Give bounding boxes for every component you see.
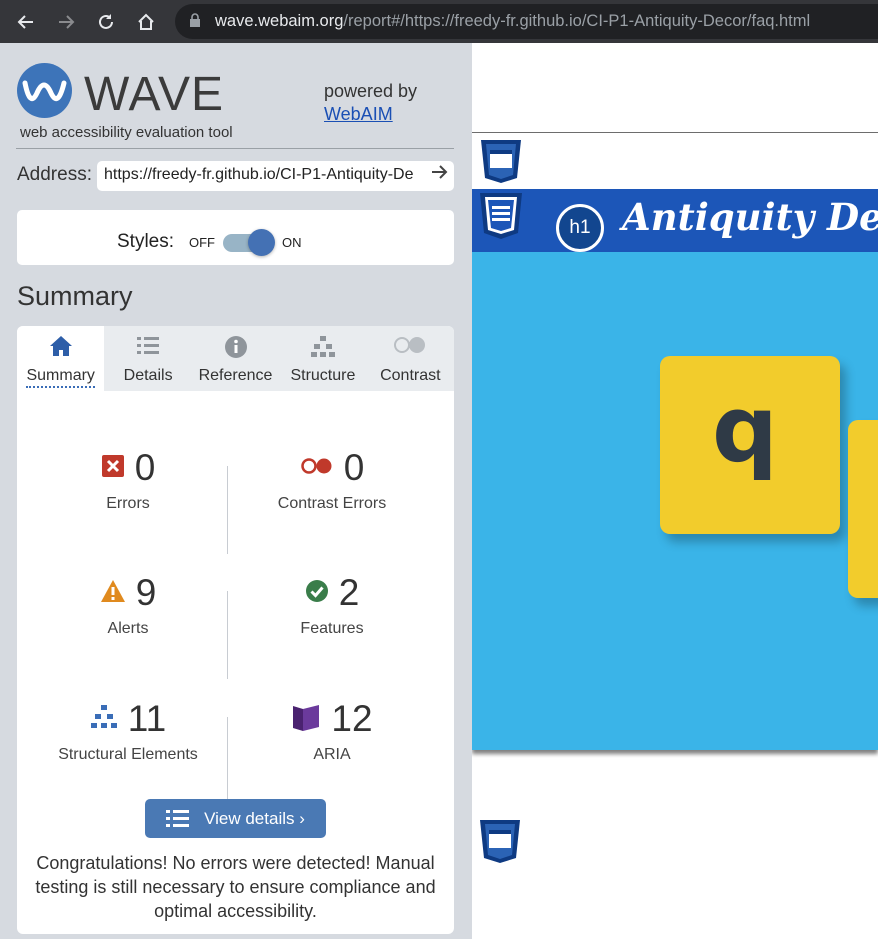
letter-tile: q xyxy=(660,356,840,534)
errors-summary[interactable]: 0 Errors xyxy=(23,447,233,513)
summary-heading: Summary xyxy=(17,281,133,311)
styles-toggle-panel: Styles: OFF ON xyxy=(17,210,454,265)
tile-letter: q xyxy=(712,376,778,483)
tab-reference[interactable]: Reference xyxy=(192,326,279,391)
back-icon[interactable] xyxy=(6,0,46,43)
contrast-error-icon xyxy=(300,456,334,481)
error-icon xyxy=(101,454,125,483)
summary-message: Congratulations! No errors were detected… xyxy=(35,853,436,921)
preview-site-title: Antiquity Decor xyxy=(622,195,878,239)
tab-label: Details xyxy=(123,367,173,384)
powered-by-text: powered by xyxy=(324,81,418,101)
wave-logo-mark xyxy=(17,63,72,118)
tab-summary[interactable]: Summary xyxy=(17,326,105,391)
structure-icon xyxy=(279,326,366,360)
address-input-value: https://freedy-fr.github.io/CI-P1-Antiqu… xyxy=(104,166,414,183)
home-icon xyxy=(17,326,104,360)
home-icon[interactable] xyxy=(126,0,166,43)
errors-count: 0 xyxy=(134,447,156,488)
contrast-errors-count: 0 xyxy=(343,447,365,488)
divider xyxy=(472,132,878,133)
styles-label: Styles: xyxy=(117,231,175,252)
divider xyxy=(16,148,454,149)
address-input[interactable]: https://freedy-fr.github.io/CI-P1-Antiqu… xyxy=(97,161,454,191)
url-path: /report#/https://freedy-fr.github.io/CI-… xyxy=(343,12,811,30)
features-summary[interactable]: 2 Features xyxy=(227,572,437,638)
html5-icon[interactable] xyxy=(477,191,525,246)
structural-elements-summary[interactable]: 11 Structural Elements xyxy=(23,698,233,764)
aria-icon xyxy=(291,702,321,737)
tab-bar: Summary Details Reference Structure Cont… xyxy=(17,326,454,391)
html5-icon[interactable] xyxy=(478,138,524,189)
lock-icon[interactable] xyxy=(189,13,209,30)
address-bar[interactable]: wave.webaim.org/report#/https://freedy-f… xyxy=(175,4,878,39)
powered-by: powered by WebAIM xyxy=(324,80,417,126)
styles-off-label: OFF xyxy=(189,235,215,250)
styles-on-label: ON xyxy=(282,235,302,250)
features-label: Features xyxy=(300,620,364,637)
letter-tile xyxy=(848,420,878,598)
hero-image: q xyxy=(472,252,878,750)
aria-label: ARIA xyxy=(313,746,351,763)
aria-summary[interactable]: 12 ARIA xyxy=(227,698,437,764)
alerts-summary[interactable]: 9 Alerts xyxy=(23,572,233,638)
structure-icon xyxy=(90,704,118,735)
structural-label: Structural Elements xyxy=(58,746,198,763)
feature-icon xyxy=(305,579,329,608)
info-icon xyxy=(192,326,279,360)
wave-logo-title: WAVE xyxy=(84,68,225,121)
wave-logo-subtitle: web accessibility evaluation tool xyxy=(20,124,233,141)
list-icon xyxy=(104,326,191,360)
tab-contrast[interactable]: Contrast xyxy=(367,326,454,391)
list-icon xyxy=(166,809,190,829)
view-details-label: View details › xyxy=(204,808,305,828)
alerts-label: Alerts xyxy=(107,620,149,637)
summary-panel: Summary Details Reference Structure Cont… xyxy=(17,326,454,934)
tab-details[interactable]: Details xyxy=(104,326,191,391)
structural-count: 11 xyxy=(127,698,167,739)
contrast-errors-summary[interactable]: 0 Contrast Errors xyxy=(227,447,437,513)
contrast-errors-label: Contrast Errors xyxy=(277,495,387,512)
alert-icon xyxy=(100,579,126,608)
tab-label: Summary xyxy=(26,367,95,388)
preview-header: h1 Antiquity Decor xyxy=(472,189,878,252)
view-details-button[interactable]: View details › xyxy=(145,799,326,838)
html5-icon[interactable] xyxy=(477,818,523,869)
go-arrow-icon[interactable] xyxy=(430,163,448,187)
forward-icon[interactable] xyxy=(46,0,86,43)
tab-label: Contrast xyxy=(380,367,441,384)
webaim-link[interactable]: WebAIM xyxy=(324,103,417,126)
aria-count: 12 xyxy=(331,698,373,739)
page-preview: h1 Antiquity Decor q xyxy=(472,43,878,939)
contrast-icon xyxy=(367,326,454,360)
styles-toggle[interactable] xyxy=(223,229,275,256)
url-host: wave.webaim.org xyxy=(215,12,344,30)
tab-label: Structure xyxy=(290,367,356,384)
toggle-knob[interactable] xyxy=(248,229,275,256)
reload-icon[interactable] xyxy=(86,0,126,43)
h1-badge-icon[interactable]: h1 xyxy=(556,204,604,252)
tab-structure[interactable]: Structure xyxy=(279,326,366,391)
features-count: 2 xyxy=(338,572,360,613)
errors-label: Errors xyxy=(106,495,150,512)
address-label: Address: xyxy=(17,164,92,185)
alerts-count: 9 xyxy=(135,572,157,613)
wave-sidebar: WAVE web accessibility evaluation tool p… xyxy=(0,43,472,939)
browser-toolbar: wave.webaim.org/report#/https://freedy-f… xyxy=(0,0,878,43)
tab-label: Reference xyxy=(198,367,273,384)
